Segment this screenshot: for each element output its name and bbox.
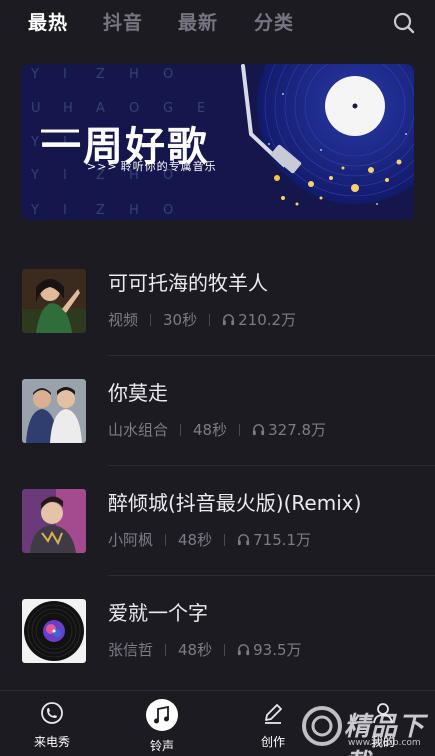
- svg-text:O: O: [163, 203, 173, 218]
- meta-divider: [239, 423, 241, 436]
- song-title: 醉倾城(抖音最火版)(Remix): [108, 491, 362, 515]
- song-title: 可可托海的牧羊人: [108, 271, 268, 295]
- nav-label: 铃声: [149, 739, 174, 753]
- song-title: 爱就一个字: [108, 601, 208, 625]
- list-divider: [108, 575, 435, 576]
- svg-text:H: H: [129, 67, 139, 82]
- nav-label: 创作: [260, 735, 285, 749]
- svg-text:Y: Y: [30, 135, 39, 150]
- headphones-icon: [238, 534, 250, 546]
- song-duration: 48秒: [178, 531, 213, 549]
- song-meta: 视频 30秒 210.2万: [108, 309, 296, 330]
- song-artist: 小阿枫: [108, 531, 154, 549]
- song-duration: 30秒: [163, 311, 198, 329]
- svg-text:H: H: [129, 203, 139, 218]
- meta-divider: [180, 423, 182, 436]
- weekly-songs-banner[interactable]: Y UYY IHII ZAZZ HOHH OGOO E YIZ 一周好歌 >>>…: [21, 64, 414, 220]
- meta-divider: [165, 533, 167, 546]
- song-play-count: 210.2万: [238, 311, 297, 329]
- banner-subtitle: >>> 聆听你的专属音乐: [87, 158, 217, 174]
- nav-ringtones[interactable]: 铃声: [132, 699, 192, 754]
- meta-divider: [209, 313, 211, 326]
- svg-text:I: I: [63, 67, 67, 82]
- song-play-count: 93.5万: [253, 641, 302, 659]
- tab-hot[interactable]: 最热: [28, 8, 68, 35]
- list-divider: [108, 465, 435, 466]
- watermark-text: 精品下载: [344, 712, 426, 756]
- banner-subtitle-text: 聆听你的专属音乐: [120, 160, 217, 173]
- site-watermark: 精品下载 www.jxlqzb.com: [296, 700, 435, 756]
- song-play-count: 715.1万: [253, 531, 312, 549]
- nav-ringtone-show[interactable]: 来电秀: [22, 699, 82, 750]
- headphones-icon: [238, 644, 250, 656]
- headphones-icon: [253, 424, 265, 436]
- nav-create[interactable]: 创作: [243, 699, 303, 750]
- svg-text:Y: Y: [30, 203, 39, 218]
- meta-divider: [224, 643, 226, 656]
- banner-subtitle-arrows: >>>: [87, 160, 118, 173]
- svg-text:O: O: [163, 67, 173, 82]
- watermark-url: www.jxlqzb.com: [348, 738, 421, 748]
- watermark-logo-icon: [302, 706, 342, 746]
- song-item[interactable]: 醉倾城(抖音最火版)(Remix) 小阿枫 48秒 715.1万: [0, 489, 435, 599]
- song-title: 你莫走: [108, 381, 168, 405]
- song-artist: 视频: [108, 311, 139, 329]
- meta-divider: [150, 313, 152, 326]
- svg-text:Z: Z: [96, 203, 105, 218]
- tab-newest[interactable]: 最新: [178, 8, 218, 35]
- meta-divider: [224, 533, 226, 546]
- svg-text:U: U: [31, 101, 41, 116]
- song-cover: [22, 489, 86, 553]
- song-cover: [22, 379, 86, 443]
- song-item[interactable]: 可可托海的牧羊人 视频 30秒 210.2万: [0, 269, 435, 379]
- song-meta: 小阿枫 48秒 715.1万: [108, 529, 311, 550]
- music-note-icon: [146, 699, 178, 731]
- top-tab-bar: 最热 抖音 最新 分类: [0, 0, 435, 44]
- tab-douyin[interactable]: 抖音: [103, 8, 143, 35]
- song-cover: [22, 599, 86, 663]
- meta-divider: [165, 643, 167, 656]
- banner-bg-letters: Y: [30, 67, 39, 82]
- list-divider: [108, 355, 435, 356]
- svg-text:Y: Y: [30, 168, 39, 183]
- search-icon[interactable]: [391, 10, 417, 36]
- tab-category[interactable]: 分类: [254, 8, 294, 35]
- song-duration: 48秒: [193, 421, 228, 439]
- song-item[interactable]: 你莫走 山水组合 48秒 327.8万: [0, 379, 435, 489]
- svg-text:Z: Z: [96, 67, 105, 82]
- nav-label: 来电秀: [33, 735, 70, 749]
- song-play-count: 327.8万: [268, 421, 327, 439]
- pencil-icon: [265, 704, 282, 724]
- phone-show-icon: [41, 702, 63, 724]
- song-artist: 张信哲: [108, 641, 154, 659]
- headphones-icon: [223, 314, 235, 326]
- song-meta: 山水组合 48秒 327.8万: [108, 419, 326, 440]
- svg-text:I: I: [63, 203, 67, 218]
- song-artist: 山水组合: [108, 421, 169, 439]
- song-meta: 张信哲 48秒 93.5万: [108, 639, 302, 660]
- song-cover: [22, 269, 86, 333]
- song-duration: 48秒: [178, 641, 213, 659]
